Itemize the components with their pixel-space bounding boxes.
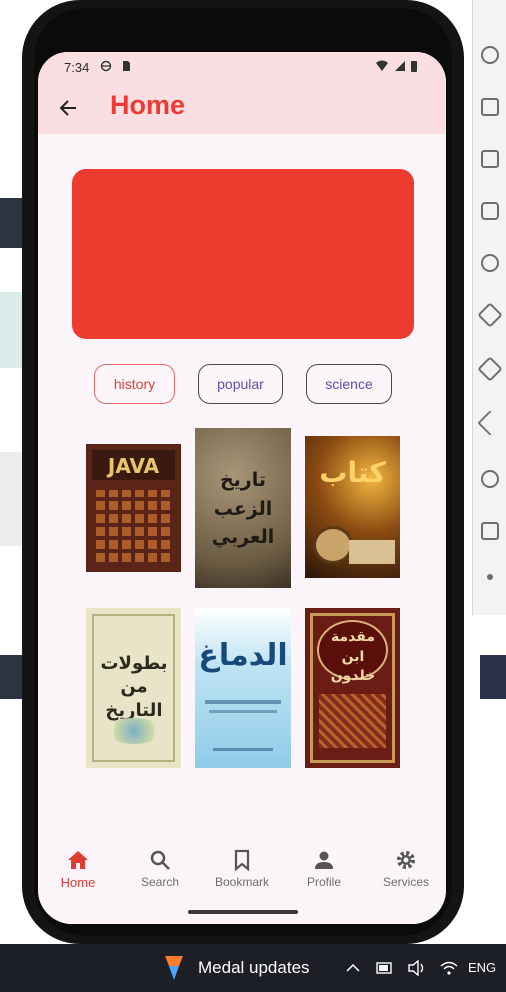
- nav-search[interactable]: Search: [120, 848, 200, 889]
- status-time: 7:34: [64, 60, 90, 75]
- nav-profile[interactable]: Profile: [284, 848, 364, 889]
- chip-label: popular: [217, 376, 264, 392]
- nav-label: Search: [140, 875, 180, 889]
- more-icon[interactable]: [487, 574, 493, 580]
- banner[interactable]: [72, 169, 414, 339]
- page-title: Home: [110, 90, 186, 120]
- search-icon: [150, 850, 170, 870]
- overview-icon[interactable]: [481, 522, 499, 540]
- desktop: 7:34 Home history popular science JAVA ت…: [0, 0, 506, 992]
- nav-services[interactable]: Services: [366, 848, 446, 889]
- book-cover-heroism[interactable]: بطولات من التاريخ: [86, 608, 181, 768]
- medal-app-icon[interactable]: [162, 954, 186, 982]
- taskbar-notification[interactable]: Medal updates: [198, 958, 310, 978]
- gear-icon: [397, 851, 415, 869]
- chip-popular[interactable]: popular: [198, 364, 283, 404]
- profile-icon: [315, 851, 333, 869]
- nav-home[interactable]: Home: [38, 848, 118, 890]
- app-bar: Home: [38, 82, 446, 134]
- book-title: بطولات من التاريخ: [100, 653, 168, 721]
- nav-bookmark[interactable]: Bookmark: [202, 848, 282, 889]
- background-strip: [480, 655, 506, 699]
- battery-tray-icon[interactable]: [376, 962, 394, 974]
- language-indicator[interactable]: ENG: [468, 960, 496, 975]
- nav-label: Services: [382, 875, 429, 889]
- book-cover-kitab[interactable]: كتاب: [305, 436, 400, 578]
- power-icon[interactable]: [481, 46, 499, 64]
- emulator-side-toolbar: [472, 0, 506, 615]
- back-icon[interactable]: [477, 410, 503, 436]
- book-title: مقدمة ابن خلدون: [330, 629, 376, 685]
- volume-tray-icon[interactable]: [408, 960, 426, 976]
- volume-icon[interactable]: [481, 98, 499, 116]
- book-cover-brain[interactable]: الدماغ: [195, 608, 291, 768]
- volume-down-icon[interactable]: [481, 150, 499, 168]
- bookmark-icon: [234, 849, 250, 872]
- gesture-bar[interactable]: [188, 910, 298, 914]
- nav-label: Bookmark: [214, 875, 270, 889]
- sd-card-icon: [123, 61, 130, 71]
- home-circle-icon[interactable]: [481, 470, 499, 488]
- sync-icon: [100, 60, 112, 72]
- rotate-icon[interactable]: [481, 254, 499, 272]
- wifi-icon: [376, 60, 388, 71]
- chip-label: history: [113, 376, 156, 392]
- book-title: تاريخ الزعب العربي: [211, 469, 275, 548]
- signal-icon: [395, 61, 405, 71]
- nav-label: Profile: [306, 875, 341, 889]
- book-title: JAVA: [107, 454, 160, 478]
- camera-icon[interactable]: [481, 202, 499, 220]
- wifi-tray-icon[interactable]: [440, 960, 458, 976]
- chevron-up-icon[interactable]: [346, 962, 360, 974]
- back-arrow-icon[interactable]: [54, 94, 82, 122]
- chip-history[interactable]: history: [94, 364, 175, 404]
- rotate-right-icon[interactable]: [477, 302, 503, 328]
- chip-label: science: [325, 376, 373, 392]
- chip-science[interactable]: science: [306, 364, 392, 404]
- book-cover-arab-history[interactable]: تاريخ الزعب العربي: [195, 428, 291, 588]
- status-bar: 7:34: [38, 52, 446, 82]
- book-title: الدماغ: [198, 638, 288, 673]
- nav-label: Home: [60, 875, 96, 890]
- book-title: كتاب: [319, 456, 386, 489]
- book-cover-java[interactable]: JAVA: [86, 444, 181, 572]
- book-cover-ibn-khaldun[interactable]: مقدمة ابن خلدون: [305, 608, 400, 768]
- battery-icon: [411, 61, 417, 72]
- home-icon: [68, 851, 88, 869]
- app-screen: 7:34 Home history popular science JAVA ت…: [38, 52, 446, 924]
- rotate-left-icon[interactable]: [477, 356, 503, 382]
